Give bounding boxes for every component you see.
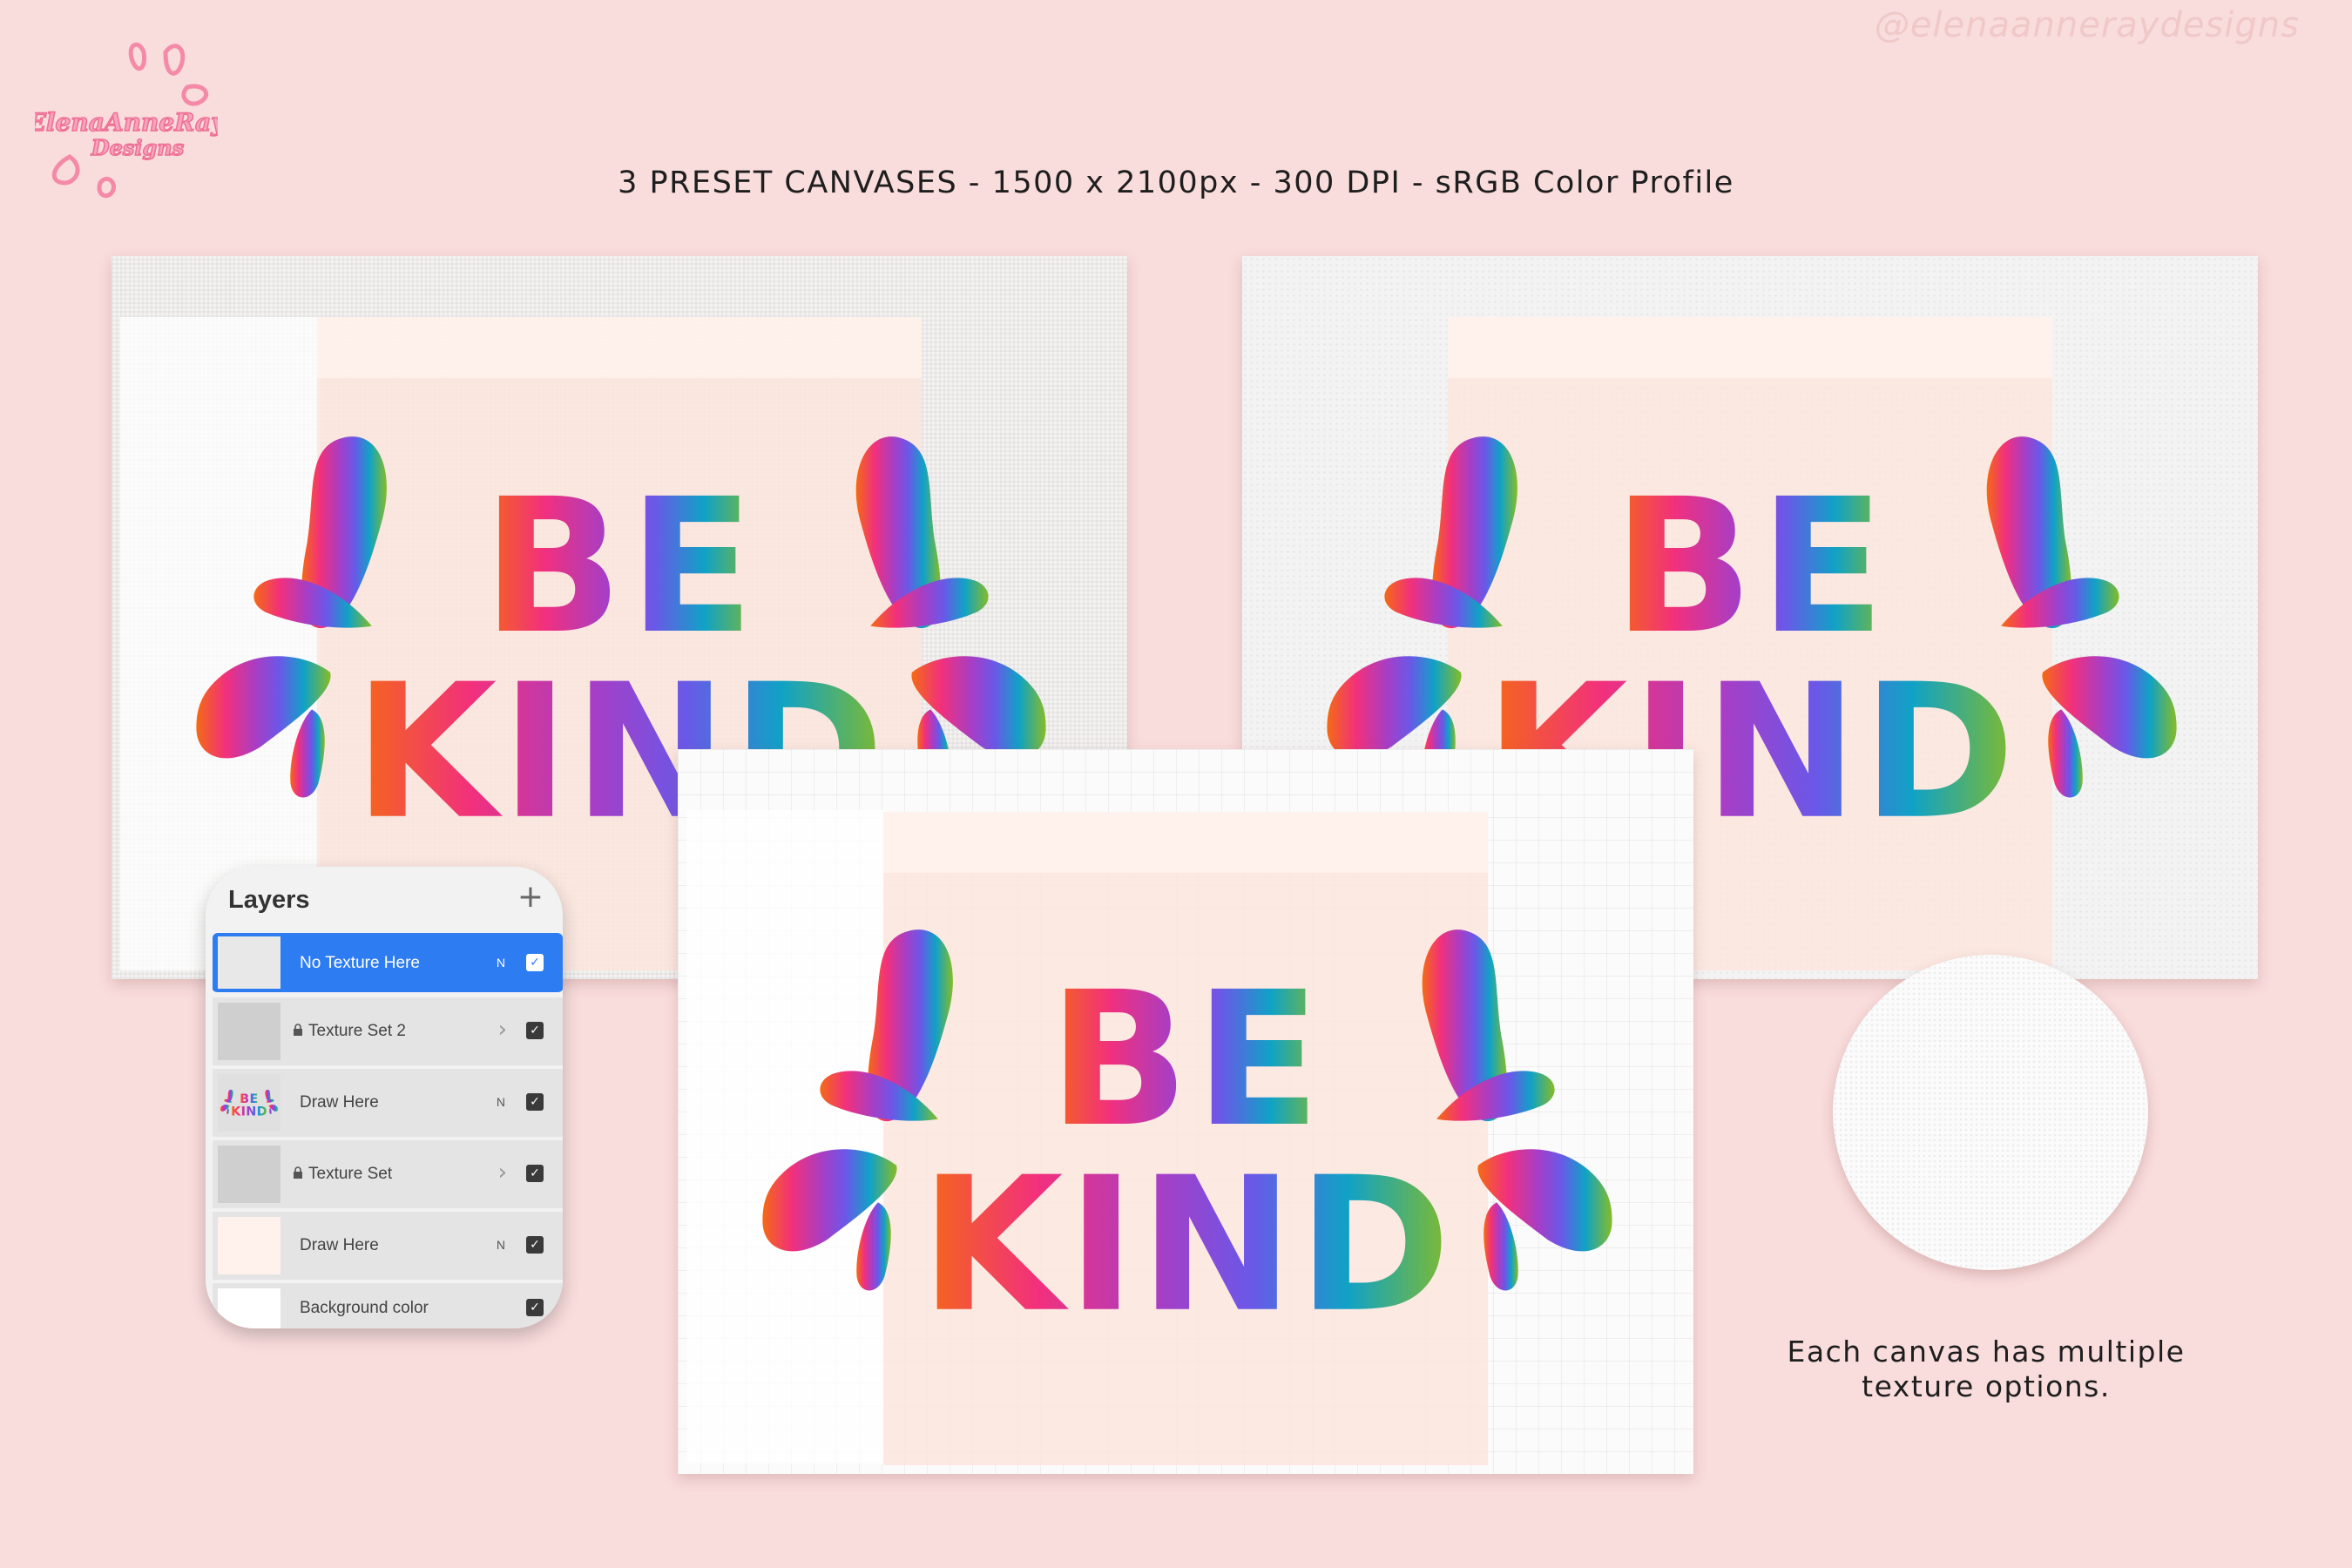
group-thumbnail — [218, 1146, 280, 1203]
layer-row-background[interactable]: Background color ✓ — [213, 1283, 563, 1328]
canvas-preview-3 — [678, 749, 1693, 1474]
layer-thumbnail — [218, 1217, 280, 1274]
layer-row-draw-here[interactable]: Draw Here N ✓ — [213, 1069, 563, 1139]
caption-line-2: texture options. — [1862, 1369, 2111, 1403]
layer-name: Texture Set — [308, 1165, 393, 1183]
layer-row-draw-here-2[interactable]: Draw Here N ✓ — [213, 1212, 563, 1281]
plus-icon[interactable]: + — [517, 879, 544, 915]
layers-title: Layers — [228, 886, 310, 914]
layer-thumbnail — [218, 1288, 280, 1328]
visibility-checkbox[interactable]: ✓ — [526, 1093, 544, 1111]
logo-text: ElenaAnneRay — [35, 108, 218, 137]
lock-icon — [294, 1166, 302, 1179]
blend-mode[interactable]: N — [497, 1095, 505, 1109]
blend-mode[interactable]: N — [497, 956, 505, 970]
layer-name: Draw Here — [300, 1236, 379, 1254]
visibility-checkbox[interactable]: ✓ — [526, 954, 544, 971]
chevron-right-icon[interactable]: › — [498, 1017, 507, 1043]
visibility-checkbox[interactable]: ✓ — [526, 1165, 544, 1182]
layer-name: No Texture Here — [300, 954, 420, 972]
layer-name: Draw Here — [300, 1093, 379, 1112]
group-thumbnail — [218, 1003, 280, 1060]
caption: Each canvas has multiple texture options… — [1681, 1335, 2291, 1404]
layer-thumbnail — [218, 936, 280, 989]
blend-mode[interactable]: N — [497, 1238, 505, 1252]
layer-row-no-texture[interactable]: No Texture Here N ✓ — [213, 933, 563, 994]
layers-header: Layers + — [206, 867, 563, 935]
visibility-checkbox[interactable]: ✓ — [526, 1236, 544, 1254]
layers-panel: Layers + No Texture Here N ✓ Texture Set… — [206, 867, 563, 1328]
layer-row-texture-set-2[interactable]: Texture Set 2 › ✓ — [213, 997, 563, 1067]
be-kind-artwork — [762, 929, 1612, 1342]
svg-text:Designs: Designs — [91, 135, 185, 160]
page-title: 3 PRESET CANVASES - 1500 x 2100px - 300 … — [618, 166, 1734, 200]
layer-name: Background color — [300, 1299, 429, 1317]
texture-sample — [1833, 955, 2148, 1270]
chevron-right-icon[interactable]: › — [498, 1159, 507, 1186]
caption-line-1: Each canvas has multiple — [1787, 1335, 2186, 1369]
visibility-checkbox[interactable]: ✓ — [526, 1022, 544, 1039]
visibility-checkbox[interactable]: ✓ — [526, 1299, 544, 1316]
layer-thumbnail — [218, 1074, 280, 1132]
layer-row-texture-set[interactable]: Texture Set › ✓ — [213, 1140, 563, 1210]
watermark: @elenaanneraydesigns — [1874, 5, 2300, 45]
lock-icon — [294, 1024, 302, 1036]
layer-name: Texture Set 2 — [308, 1022, 406, 1040]
